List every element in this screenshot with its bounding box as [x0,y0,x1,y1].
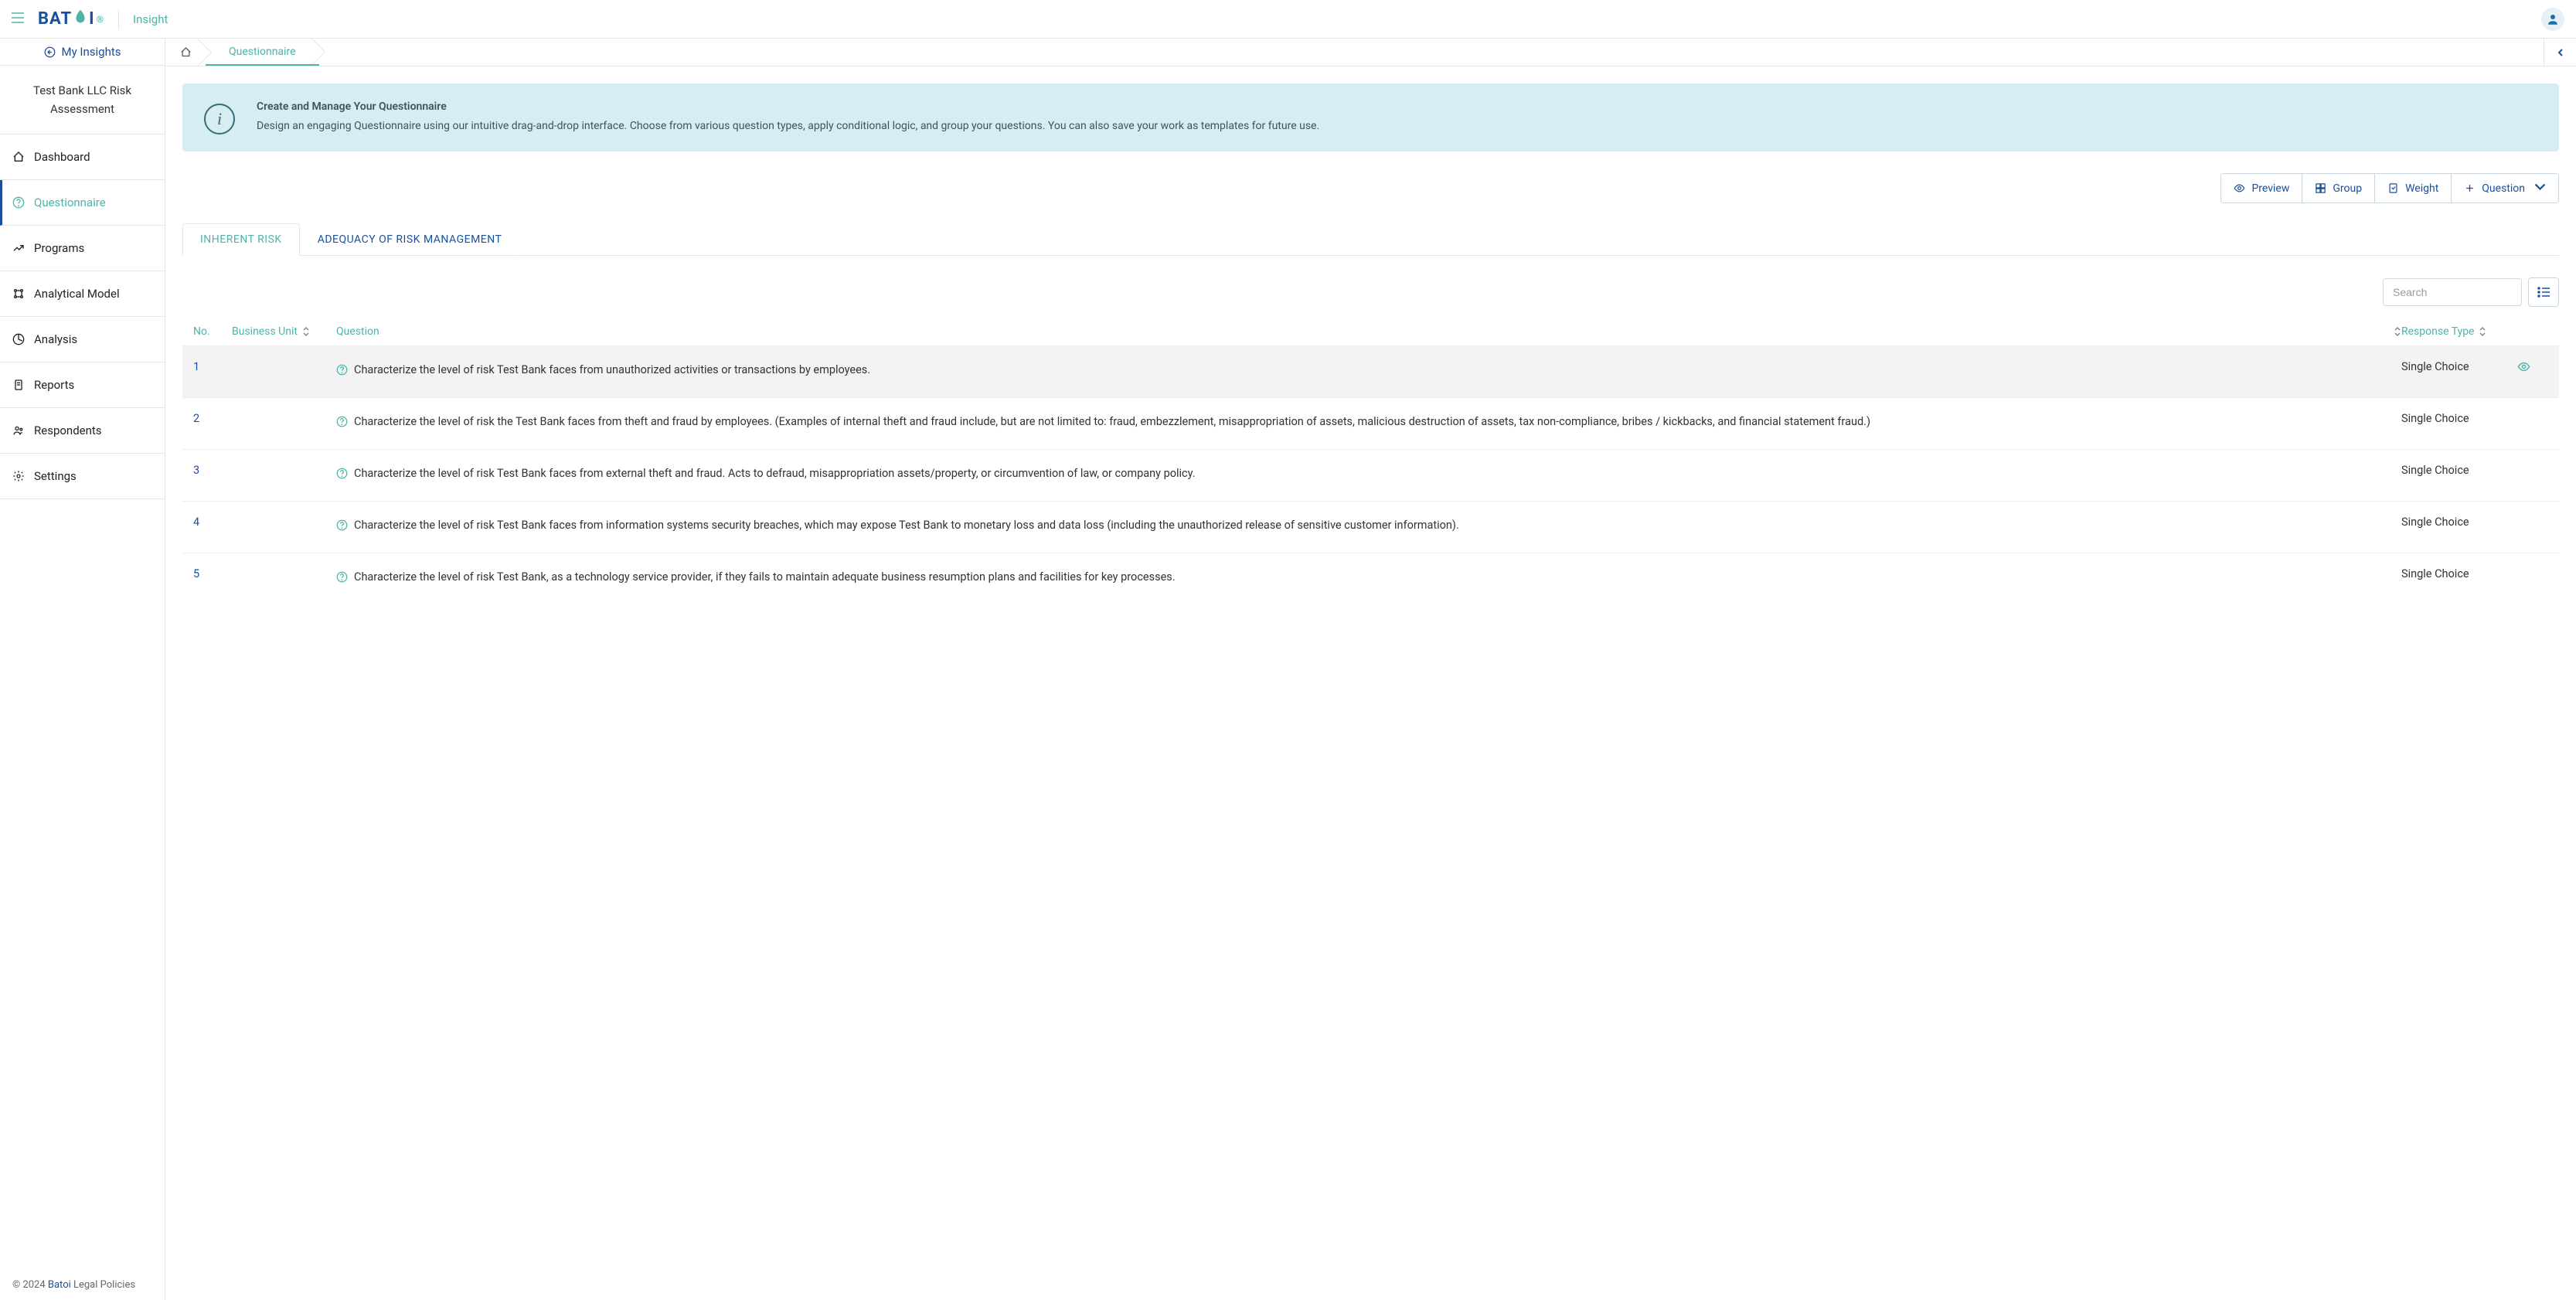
row-question: Characterize the level of risk the Test … [336,412,2401,435]
eye-icon [2517,360,2530,373]
question-icon [336,414,348,435]
row-number: 5 [193,567,232,580]
row-response-type: Single Choice [2401,360,2517,373]
sidebar-item-label: Analytical Model [34,287,120,301]
row-number: 1 [193,360,232,373]
footer: © 2024 Batoi Legal Policies [0,1270,165,1300]
chevron-down-icon [2534,181,2546,196]
sidebar-item-questionnaire[interactable]: Questionnaire [0,180,165,226]
breadcrumb-home[interactable] [165,39,206,66]
weight-button[interactable]: Weight [2374,174,2451,202]
row-response-type: Single Choice [2401,516,2517,529]
user-avatar[interactable] [2541,8,2564,31]
sidebar-item-label: Reports [34,378,74,392]
sidebar-item-respondents[interactable]: Respondents [0,408,165,454]
breadcrumb-current[interactable]: Questionnaire [206,39,319,66]
table-row[interactable]: 3 Characterize the level of risk Test Ban… [182,449,2559,501]
sidebar-item-reports[interactable]: Reports [0,362,165,408]
col-header-question[interactable]: Question [336,325,2401,338]
sidebar-item-dashboard[interactable]: Dashboard [0,134,165,180]
logo-leaf-icon [72,9,89,30]
sidebar-item-label: Settings [34,469,77,483]
menu-toggle[interactable] [12,12,24,26]
sidebar-item-label: Analysis [34,332,77,346]
row-response-type: Single Choice [2401,464,2517,477]
table-row[interactable]: 2 Characterize the level of risk the Test… [182,397,2559,449]
table-row[interactable]: 1 Characterize the level of risk Test Ban… [182,345,2559,397]
row-number: 3 [193,464,232,477]
my-insights-label: My Insights [62,45,121,59]
divider [118,10,119,29]
project-title: Test Bank LLC Risk Assessment [0,66,165,134]
row-question: Characterize the level of risk Test Bank… [336,360,2401,383]
list-view-button[interactable] [2528,277,2559,307]
row-question: Characterize the level of risk Test Bank… [336,516,2401,539]
question-icon [336,518,348,539]
product-name[interactable]: Insight [133,12,168,26]
tab-adequacy[interactable]: ADEQUACY OF RISK MANAGEMENT [300,223,520,256]
question-icon [336,570,348,590]
row-question: Characterize the level of risk Test Bank… [336,464,2401,487]
question-icon [336,362,348,383]
search-input[interactable] [2383,278,2522,306]
row-question: Characterize the level of risk Test Bank… [336,567,2401,590]
logo[interactable]: BAT I® [38,9,104,30]
col-header-no: No. [193,325,232,338]
sort-icon[interactable] [2479,326,2486,337]
logo-text-suffix: I [89,9,94,29]
col-header-business-unit[interactable]: Business Unit [232,325,336,338]
info-title: Create and Manage Your Questionnaire [257,100,1319,113]
info-icon: i [204,104,235,134]
registered-icon: ® [97,14,104,25]
info-description: Design an engaging Questionnaire using o… [257,117,1319,134]
col-header-response-type[interactable]: Response Type [2401,325,2517,338]
question-button[interactable]: Question [2451,174,2558,202]
sidebar-item-label: Programs [34,241,84,255]
table-row[interactable]: 5 Characterize the level of risk Test Ban… [182,553,2559,604]
sidebar-item-label: Questionnaire [34,196,106,209]
group-button[interactable]: Group [2302,174,2374,202]
sort-icon[interactable] [302,326,310,337]
sidebar-item-programs[interactable]: Programs [0,226,165,271]
sidebar-item-settings[interactable]: Settings [0,454,165,499]
row-number: 4 [193,516,232,529]
sort-icon[interactable] [2394,326,2401,337]
row-response-type: Single Choice [2401,412,2517,425]
tab-inherent-risk[interactable]: INHERENT RISK [182,223,300,256]
breadcrumb-collapse[interactable] [2544,39,2576,66]
sidebar-item-analysis[interactable]: Analysis [0,317,165,362]
sidebar-item-label: Dashboard [34,150,90,164]
my-insights-link[interactable]: My Insights [0,39,165,66]
logo-text-prefix: BAT [38,9,72,29]
preview-button[interactable]: Preview [2221,174,2302,202]
breadcrumb: Questionnaire [165,39,2576,66]
footer-link[interactable]: Batoi [48,1279,71,1291]
sidebar-item-analytical-model[interactable]: Analytical Model [0,271,165,317]
row-response-type: Single Choice [2401,567,2517,580]
table-row[interactable]: 4 Characterize the level of risk Test Ban… [182,501,2559,553]
row-number: 2 [193,412,232,425]
info-banner: i Create and Manage Your Questionnaire D… [182,83,2559,151]
sidebar-item-label: Respondents [34,424,102,437]
row-view-action[interactable] [2517,360,2548,376]
question-icon [336,466,348,487]
